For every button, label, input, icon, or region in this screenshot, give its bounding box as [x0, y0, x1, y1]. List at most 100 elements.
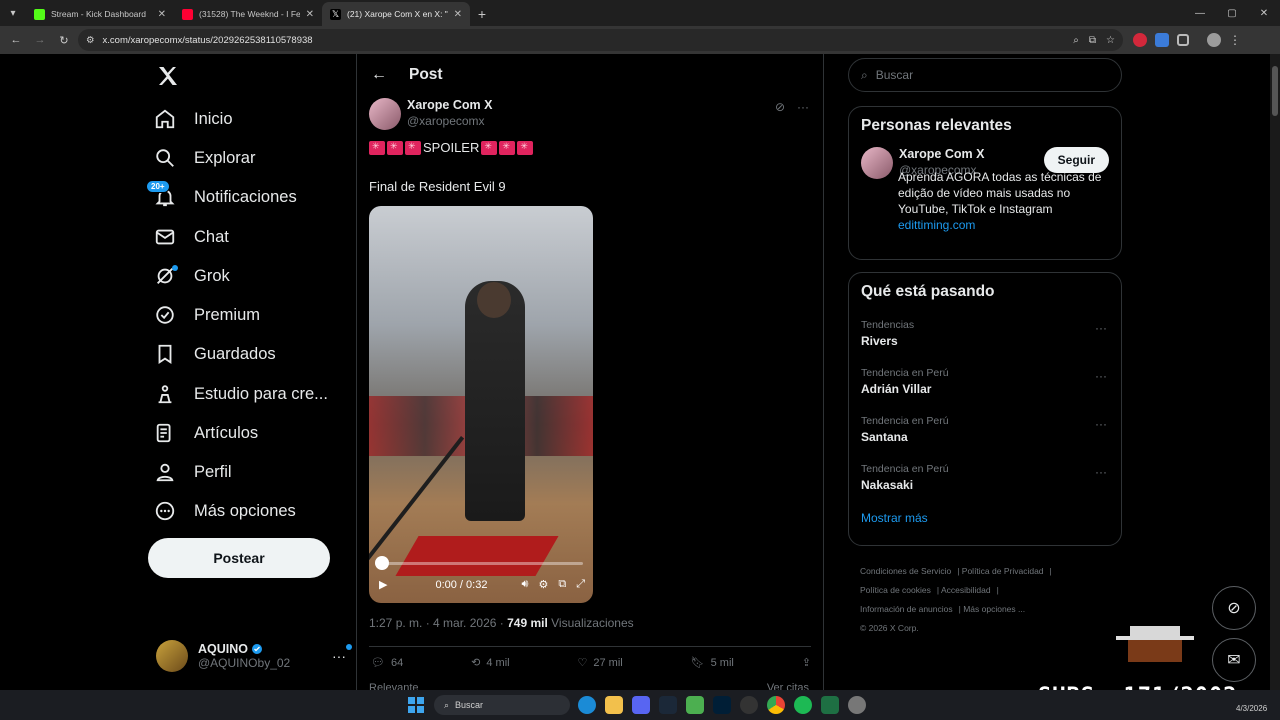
trend-name: Adrián Villar	[861, 382, 932, 396]
author-name[interactable]: Xarope Com X	[407, 98, 492, 112]
edge-icon[interactable]	[578, 696, 596, 714]
grok-float-button[interactable]: ⊘	[1212, 586, 1256, 630]
tab-youtube[interactable]: (31528) The Weeknd - I Fe ✕	[174, 2, 322, 26]
spotify-icon[interactable]	[794, 696, 812, 714]
new-tab-button[interactable]: +	[470, 2, 494, 26]
address-bar[interactable]: ⚙ x.com/xaropecomx/status/20292625381105…	[78, 29, 1123, 51]
footer-link[interactable]: Accesibilidad	[941, 585, 991, 595]
folder-icon[interactable]	[605, 696, 623, 714]
cast-icon[interactable]: ⧉	[1089, 35, 1096, 46]
zoom-icon[interactable]: ⌕	[1073, 35, 1079, 46]
repost-button[interactable]: ⟲ 4 mil	[471, 656, 509, 670]
more-horizontal-icon[interactable]: ···	[1095, 417, 1107, 431]
avatar[interactable]	[369, 98, 401, 130]
footer-link[interactable]: Información de anuncios	[860, 604, 953, 614]
trend-item[interactable]: Tendencias Rivers ···	[849, 315, 1121, 363]
video-player[interactable]: ▶ 0:00 / 0:32 🔊︎ ⚙ ⧉ ⤢	[369, 206, 593, 603]
nav-item-guardados[interactable]: Guardados	[152, 336, 276, 372]
video-scrubber-handle[interactable]	[375, 556, 389, 570]
play-icon[interactable]: ▶	[379, 578, 387, 591]
footer-link[interactable]: Más opciones ...	[963, 604, 1025, 614]
profile-avatar-icon[interactable]	[1207, 33, 1221, 47]
back-arrow-icon[interactable]: ←	[371, 66, 387, 84]
pip-icon[interactable]: ⧉	[558, 578, 566, 591]
extensions-puzzle-icon[interactable]	[1177, 34, 1189, 46]
settings-icon[interactable]: ⚙	[538, 578, 548, 591]
nav-item-inicio[interactable]: Inicio	[152, 101, 233, 137]
tab-title: (31528) The Weeknd - I Fe	[199, 9, 300, 19]
excel-icon[interactable]	[821, 696, 839, 714]
post-author[interactable]: Xarope Com X @xaropecomx	[369, 98, 492, 130]
discord-icon[interactable]	[632, 696, 650, 714]
scrollbar-thumb[interactable]	[1272, 66, 1278, 116]
forward-icon[interactable]: →	[30, 30, 50, 50]
nav-item-estudio[interactable]: Estudio para cre...	[152, 376, 328, 412]
close-window-icon[interactable]: ✕	[1248, 0, 1280, 26]
messages-float-button[interactable]: ✉	[1212, 638, 1256, 682]
reload-icon[interactable]: ↻	[54, 30, 74, 50]
settings-icon[interactable]	[848, 696, 866, 714]
footer-link[interactable]: Política de Privacidad	[962, 566, 1044, 576]
more-horizontal-icon[interactable]: ···	[1095, 465, 1107, 479]
trend-item[interactable]: Tendencia en Perú Santana ···	[849, 411, 1121, 459]
grok-icon[interactable]: ⊘	[775, 100, 785, 114]
bio-link[interactable]: edittiming.com	[898, 217, 1109, 233]
nav-item-premium[interactable]: Premium	[152, 297, 260, 333]
close-icon[interactable]: ✕	[306, 9, 314, 20]
taskbar-search[interactable]: ⌕ Buscar	[434, 695, 570, 715]
tab-x[interactable]: 𝕏 (21) Xarope Com X en X: " ✕	[322, 2, 470, 26]
back-icon[interactable]: ←	[6, 30, 26, 50]
post-button[interactable]: Postear	[148, 538, 330, 578]
footer-link[interactable]: Política de cookies	[860, 585, 931, 595]
more-horizontal-icon[interactable]: ···	[332, 644, 352, 664]
browser-menu-icon[interactable]: ⋮	[1229, 33, 1241, 47]
search-input[interactable]: ⌕ Buscar	[848, 58, 1122, 92]
nav-item-perfil[interactable]: Perfil	[152, 454, 232, 490]
footer-link[interactable]: Condiciones de Servicio	[860, 566, 951, 576]
photoshop-icon[interactable]	[713, 696, 731, 714]
nav-item-mas-opciones[interactable]: Más opciones	[152, 493, 296, 529]
extension-red-icon[interactable]	[1133, 33, 1147, 47]
close-icon[interactable]: ✕	[454, 9, 462, 20]
tab-search-icon[interactable]: ▾	[0, 0, 26, 26]
fullscreen-icon[interactable]: ⤢	[576, 578, 585, 591]
extension-blue-icon[interactable]	[1155, 33, 1169, 47]
author-handle[interactable]: @xaropecomx	[407, 114, 492, 128]
person-name[interactable]: Xarope Com X	[899, 147, 984, 161]
taskbar-date[interactable]: 4/3/2026	[1236, 704, 1267, 713]
avatar[interactable]	[861, 147, 893, 179]
share-button[interactable]: ⇪	[802, 656, 811, 669]
chrome-icon[interactable]	[767, 696, 785, 714]
bookmark-button[interactable]: 🔖︎ 5 mil	[691, 656, 734, 670]
obs-icon[interactable]	[740, 696, 758, 714]
star-icon[interactable]: ☆	[1106, 35, 1115, 46]
account-switcher[interactable]: AQUINO @AQUINOby_02 ···	[156, 638, 352, 674]
post-time[interactable]: 1:27 p. m.	[369, 616, 422, 630]
close-icon[interactable]: ✕	[158, 9, 166, 20]
maximize-icon[interactable]: ▢	[1216, 0, 1248, 26]
minecraft-icon[interactable]	[686, 696, 704, 714]
tab-kick[interactable]: Stream - Kick Dashboard ✕	[26, 2, 174, 26]
minimize-icon[interactable]: —	[1184, 0, 1216, 26]
windows-start-icon[interactable]	[408, 697, 424, 713]
nav-item-notificaciones[interactable]: 20+ Notificaciones	[146, 179, 297, 215]
nav-item-explorar[interactable]: Explorar	[152, 140, 255, 176]
more-horizontal-icon[interactable]: ···	[1095, 369, 1107, 383]
x-logo-icon[interactable]	[156, 64, 180, 88]
nav-item-grok[interactable]: Grok	[152, 258, 230, 294]
reply-button[interactable]: 💬︎ 64	[371, 656, 403, 670]
trend-item[interactable]: Tendencia en Perú Nakasaki ···	[849, 459, 1121, 507]
post-date[interactable]: 4 mar. 2026	[433, 616, 496, 630]
volume-icon[interactable]: 🔊︎	[522, 578, 529, 591]
trend-item[interactable]: Tendencia en Perú Adrián Villar ···	[849, 363, 1121, 411]
show-more-link[interactable]: Mostrar más	[849, 507, 1121, 537]
nav-item-chat[interactable]: Chat	[152, 219, 229, 255]
page-scrollbar[interactable]	[1270, 54, 1280, 690]
nav-item-articulos[interactable]: Artículos	[152, 415, 258, 451]
more-horizontal-icon[interactable]: ···	[797, 100, 809, 114]
site-info-icon[interactable]: ⚙	[86, 35, 95, 46]
video-progress-bar[interactable]	[381, 562, 583, 565]
more-horizontal-icon[interactable]: ···	[1095, 321, 1107, 335]
steam-icon[interactable]	[659, 696, 677, 714]
like-button[interactable]: ♡ 27 mil	[578, 656, 623, 670]
